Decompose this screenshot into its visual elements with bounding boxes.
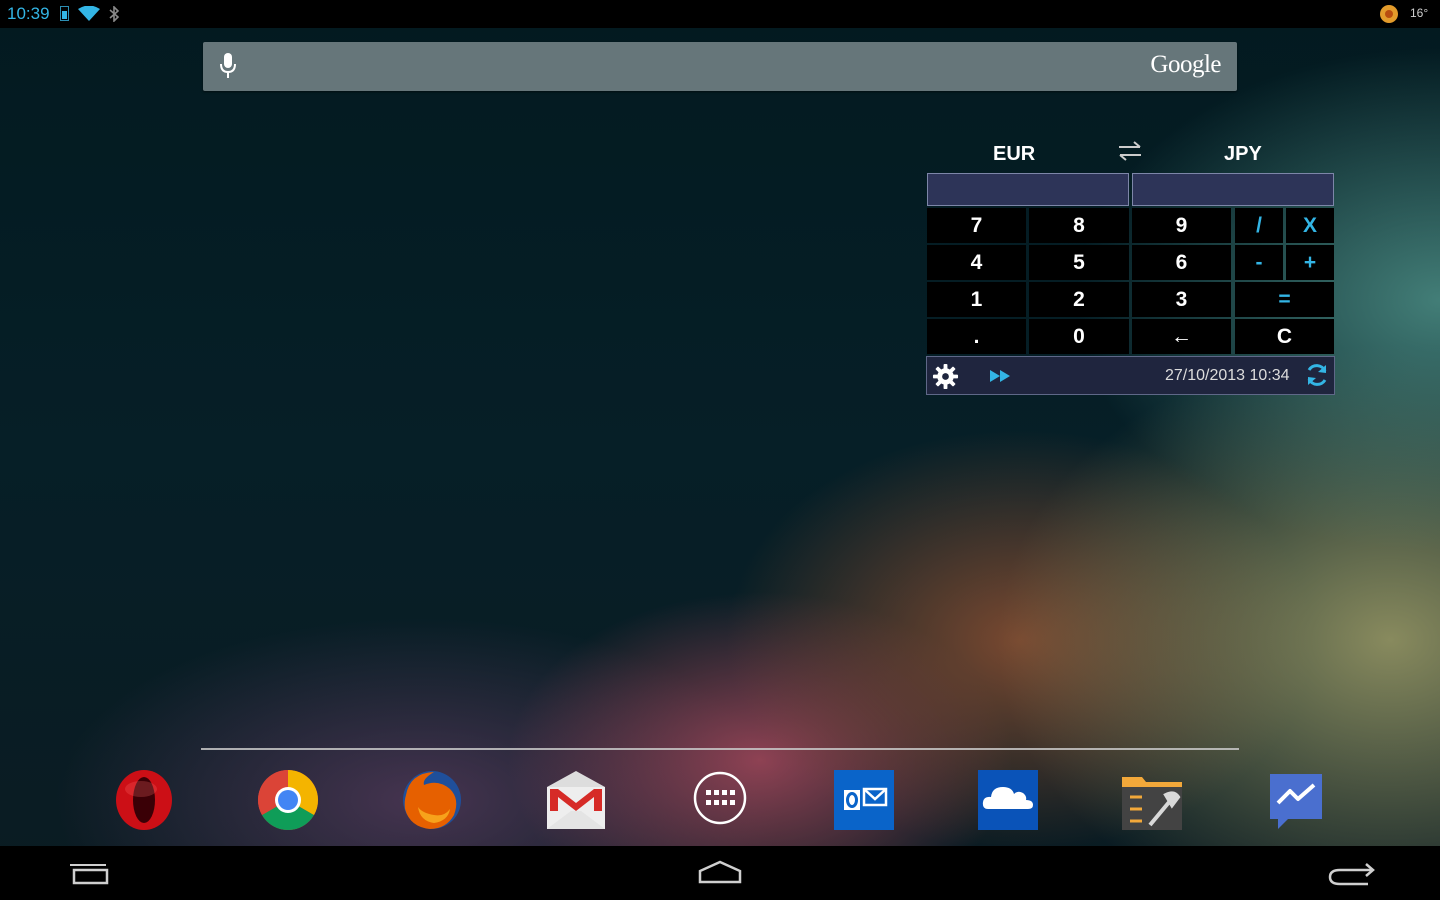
dock-divider: [201, 748, 1239, 750]
home-icon[interactable]: [695, 858, 745, 888]
key-2[interactable]: 2: [1029, 282, 1129, 317]
google-logo: Google: [1150, 51, 1221, 78]
recent-apps-icon[interactable]: [64, 858, 114, 888]
file-manager-icon: [1122, 777, 1182, 830]
dock-skydrive[interactable]: [976, 767, 1040, 833]
dock-outlook[interactable]: [832, 767, 896, 833]
dock-app-drawer[interactable]: [688, 767, 752, 833]
dock-opera[interactable]: [112, 767, 176, 833]
widget-footer: 27/10/2013 10:34: [926, 356, 1335, 395]
opera-icon: [116, 770, 172, 830]
key-5[interactable]: 5: [1029, 245, 1129, 280]
key-plus[interactable]: +: [1286, 245, 1334, 280]
cloud-icon: [978, 770, 1038, 830]
key-1[interactable]: 1: [927, 282, 1026, 317]
to-currency[interactable]: JPY: [1224, 143, 1262, 166]
key-minus[interactable]: -: [1235, 245, 1283, 280]
fast-forward-icon[interactable]: [989, 369, 1013, 383]
navigation-bar: [0, 846, 1440, 900]
gmail-icon: [547, 771, 605, 829]
temperature: 16°: [1410, 6, 1429, 20]
outlook-icon: [834, 770, 894, 830]
google-search-bar[interactable]: Google: [203, 42, 1237, 91]
key-8[interactable]: 8: [1029, 208, 1129, 243]
dock-messenger[interactable]: [1264, 767, 1328, 833]
firefox-icon: [403, 771, 461, 829]
key-backspace[interactable]: ←: [1132, 319, 1231, 354]
dock-firefox[interactable]: [400, 767, 464, 833]
key-0[interactable]: 0: [1029, 319, 1129, 354]
back-icon[interactable]: [1326, 858, 1376, 888]
dock-file-manager[interactable]: [1120, 767, 1184, 833]
from-currency[interactable]: EUR: [993, 143, 1035, 166]
refresh-icon[interactable]: [1304, 362, 1330, 388]
key-clear[interactable]: C: [1235, 319, 1334, 354]
weather-icon: [1380, 5, 1398, 23]
app-drawer-icon: [693, 771, 747, 825]
key-6[interactable]: 6: [1132, 245, 1231, 280]
from-amount-field[interactable]: [927, 173, 1129, 206]
status-time: 10:39: [7, 4, 50, 23]
key-multiply[interactable]: X: [1286, 208, 1334, 243]
chrome-icon: [257, 770, 319, 831]
wifi-icon: [78, 6, 100, 21]
last-updated-date: 27/10/2013 10:34: [1165, 367, 1290, 384]
dock-chrome[interactable]: [256, 767, 320, 833]
bluetooth-icon: [109, 6, 120, 22]
messenger-icon: [1270, 774, 1322, 829]
key-3[interactable]: 3: [1132, 282, 1231, 317]
status-bar: 10:39 16°: [0, 0, 1440, 28]
dock-gmail[interactable]: [544, 767, 608, 833]
key-4[interactable]: 4: [927, 245, 1026, 280]
battery-icon: [60, 6, 69, 21]
key-7[interactable]: 7: [927, 208, 1026, 243]
key-9[interactable]: 9: [1132, 208, 1231, 243]
key-decimal[interactable]: .: [927, 319, 1026, 354]
currency-converter-widget: EUR JPY 7 8 9 / X 4 5 6 - + 1 2 3 = . 0 …: [926, 134, 1335, 395]
swap-icon[interactable]: [1116, 138, 1144, 164]
settings-icon[interactable]: [932, 363, 959, 390]
mic-icon[interactable]: [219, 52, 237, 80]
key-equals[interactable]: =: [1235, 282, 1334, 317]
key-divide[interactable]: /: [1235, 208, 1283, 243]
to-amount-field[interactable]: [1132, 173, 1334, 206]
